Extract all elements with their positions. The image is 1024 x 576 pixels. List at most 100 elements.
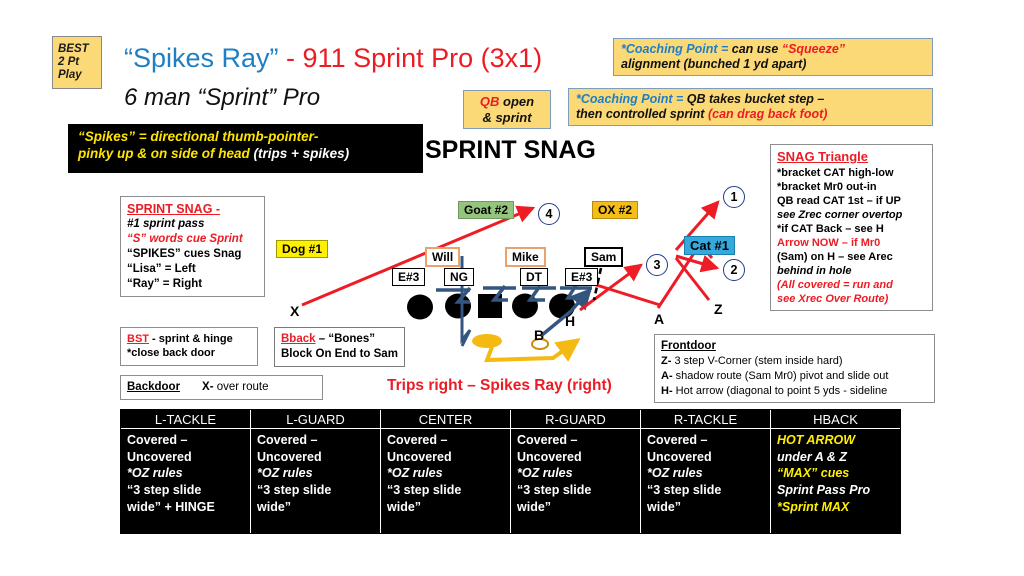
tag-dog-1: Dog #1 (276, 240, 329, 258)
offense-players (407, 293, 575, 320)
rg-l3: *OZ rules (517, 466, 573, 481)
col-body-center: Covered – Uncovered *OZ rules “3 step sl… (381, 429, 510, 533)
rt-l1: Covered – (647, 433, 708, 447)
note-bback-line1: – “Bones” (315, 333, 375, 345)
cp-bucket-text: QB takes bucket step – (686, 92, 825, 106)
lt-l4: “3 step slide (127, 482, 202, 497)
receiver-label-a: A (654, 311, 665, 327)
tag-end-left: E#3 (392, 268, 426, 286)
c-l1: Covered – (387, 433, 448, 447)
note-bst-line2: *close back door (127, 347, 216, 360)
rt-l4: “3 step slide (647, 482, 722, 497)
c-l4: “3 step slide (387, 482, 462, 497)
note-snag-l7: (Sam) on H – see Arec (777, 251, 893, 264)
receiver-label-z: Z (714, 301, 723, 317)
rg-l4: “3 step slide (517, 482, 592, 497)
lt-l2: Uncovered (127, 449, 192, 464)
formation-caption: Trips right – Spikes Ray (right) (387, 377, 612, 394)
read-number-2: 2 (723, 259, 745, 281)
rt-l3: *OZ rules (647, 466, 703, 481)
coaching-point-squeeze: *Coaching Point = can use “Squeeze” alig… (613, 38, 933, 76)
note-frontdoor-key-z: Z- (661, 355, 672, 368)
note-bback-line2: Block On End to Sam (281, 347, 398, 360)
read-number-4: 4 (538, 203, 560, 225)
note-frontdoor-text-h: Hot arrow (diagonal to point 5 yds - sid… (672, 384, 888, 397)
cp-squeeze-text: can use (731, 42, 782, 56)
table-column-r-tackle: R-TACKLE Covered – Uncovered *OZ rules “… (641, 410, 771, 533)
lt-l3: *OZ rules (127, 466, 183, 481)
hb-l5: *Sprint MAX (777, 499, 850, 514)
note-snag-l2: *bracket Mr0 out-in (777, 180, 877, 193)
title-play-concept: - 911 Sprint Pro (3x1) (278, 43, 543, 73)
tag-cat-1: Cat #1 (684, 236, 736, 255)
read-number-1: 1 (723, 186, 745, 208)
note-sprint-snag-l5: “Ray” = Right (127, 278, 203, 290)
note-backdoor: Backdoor X- over route (120, 375, 323, 400)
col-header-r-tackle: R-TACKLE (641, 410, 770, 429)
qb-open-sprint-callout: QB open & sprint (463, 90, 551, 130)
qb-open-text: open (499, 94, 535, 109)
badge-line-3: Play (58, 68, 82, 81)
col-body-hback: HOT ARROW under A & Z “MAX” cues Sprint … (771, 429, 900, 533)
note-backdoor-text: over route (213, 381, 269, 393)
hb-l2: under A & Z (777, 449, 847, 464)
col-body-l-guard: Covered – Uncovered *OZ rules “3 step sl… (251, 429, 380, 533)
table-column-hback: HBACK HOT ARROW under A & Z “MAX” cues S… (771, 410, 900, 533)
note-snag-l1: *bracket CAT high-low (777, 166, 894, 179)
lg-l2: Uncovered (257, 449, 322, 464)
note-frontdoor-key-h: H- (661, 384, 673, 397)
rg-l2: Uncovered (517, 449, 582, 464)
note-sprint-snag: SPRINT SNAG - #1 sprint pass “S” words c… (120, 196, 265, 297)
col-body-l-tackle: Covered – Uncovered *OZ rules “3 step sl… (121, 429, 250, 533)
col-header-center: CENTER (381, 410, 510, 429)
note-backdoor-key: X- (202, 381, 214, 393)
read-number-3: 3 (646, 254, 668, 276)
note-snag-triangle-header: SNAG Triangle (777, 149, 869, 164)
table-column-r-guard: R-GUARD Covered – Uncovered *OZ rules “3… (511, 410, 641, 533)
col-header-r-guard: R-GUARD (511, 410, 640, 429)
note-bback: Bback – “Bones” Block On End to Sam (274, 327, 405, 367)
col-body-r-guard: Covered – Uncovered *OZ rules “3 step sl… (511, 429, 640, 533)
receiver-label-x: X (290, 303, 300, 319)
rg-l5: wide” (517, 499, 552, 514)
rt-l2: Uncovered (647, 449, 712, 464)
tag-ox-2: OX #2 (592, 201, 639, 219)
spikes-def-line2: pinky up & on side of head (78, 146, 254, 162)
c-l2: Uncovered (387, 449, 452, 464)
note-frontdoor-text-a: shadow route (Sam Mr0) pivot and slide o… (672, 369, 889, 382)
note-sprint-snag-header: SPRINT SNAG - (127, 202, 221, 216)
page-title: “Spikes Ray” - 911 Sprint Pro (3x1) (124, 44, 604, 72)
tag-will-lb: Will (425, 247, 461, 267)
coaching-point-bucket-step: *Coaching Point = QB takes bucket step –… (568, 88, 933, 126)
col-header-l-tackle: L-TACKLE (121, 410, 250, 429)
tag-end-right: E#3 (565, 268, 599, 286)
cp-bucket-highlight: (can drag back foot) (707, 107, 828, 121)
qb-sprint-path (484, 338, 581, 363)
rg-l1: Covered – (517, 433, 578, 447)
lg-l3: *OZ rules (257, 466, 313, 481)
table-column-l-guard: L-GUARD Covered – Uncovered *OZ rules “3… (251, 410, 381, 533)
note-snag-l5: *if CAT Back – see H (777, 222, 884, 235)
lt-l1: Covered – (127, 433, 188, 447)
col-header-hback: HBACK (771, 410, 900, 429)
tag-mike-lb: Mike (505, 247, 546, 267)
cp-squeeze-highlight: “Squeeze” (781, 42, 846, 56)
cp-squeeze-label: *Coaching Point = (621, 42, 732, 56)
title-play-name: “Spikes Ray” (124, 43, 279, 73)
table-column-center: CENTER Covered – Uncovered *OZ rules “3 … (381, 410, 511, 533)
hb-l4: Sprint Pass Pro (777, 482, 871, 497)
note-frontdoor-key-a: A- (661, 369, 673, 382)
lg-l1: Covered – (257, 433, 318, 447)
note-snag-l9: (All covered = run and (777, 279, 893, 292)
lt-l5: wide” + HINGE (127, 499, 215, 514)
note-backdoor-header: Backdoor (127, 381, 181, 393)
hb-l1: HOT ARROW (777, 433, 855, 447)
cp-bucket-text-b: then controlled sprint (576, 107, 708, 121)
qb-open-label: QB (479, 94, 500, 109)
note-snag-l6: Arrow NOW – if Mr0 (777, 237, 881, 250)
note-sprint-snag-l2: “S” words cue Sprint (127, 233, 243, 246)
note-sprint-snag-l1: #1 sprint pass (127, 218, 205, 231)
note-sprint-snag-l4: “Lisa” = Left (127, 263, 196, 276)
hb-l3: “MAX” cues (777, 466, 850, 481)
c-l3: *OZ rules (387, 466, 443, 481)
